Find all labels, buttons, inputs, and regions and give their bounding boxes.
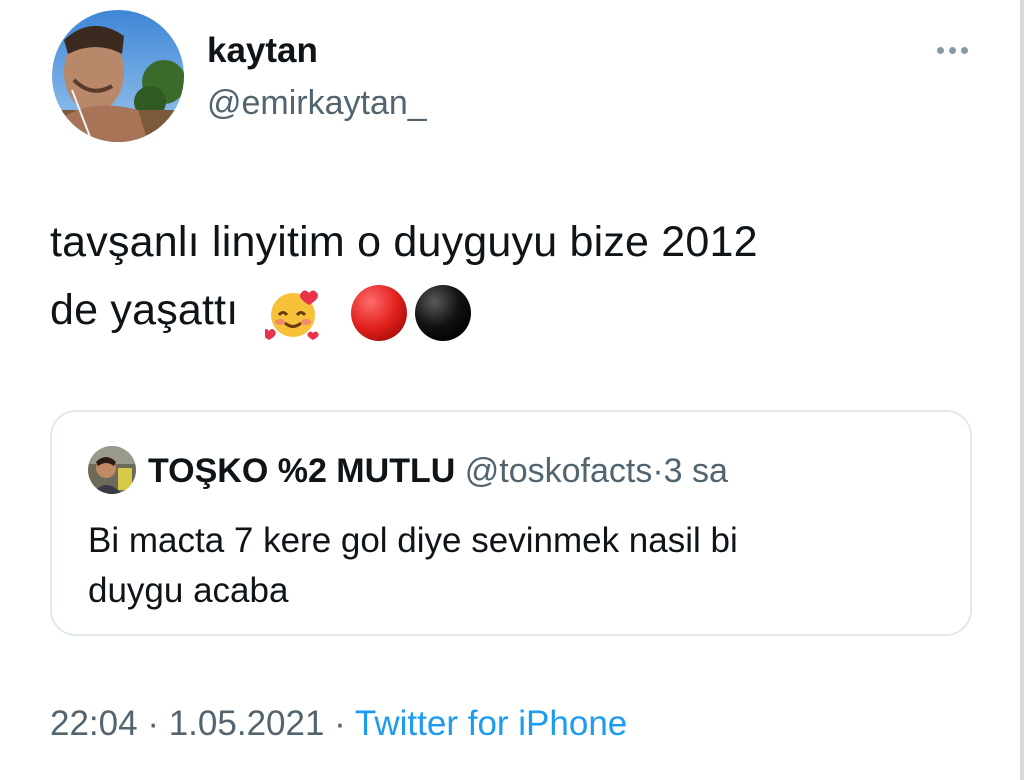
meta-separator: ·: [334, 704, 346, 743]
more-dot-icon: [960, 46, 968, 54]
emoji-group: [251, 283, 473, 343]
quoted-username[interactable]: @toskofacts: [465, 452, 653, 490]
tweet-detail: kaytan @emirkaytan_ tavşanlı linyitim o …: [0, 0, 1024, 780]
quoted-text-line-1: Bi macta 7 kere gol diye sevinmek nasil …: [88, 521, 738, 560]
quoted-author-avatar[interactable]: [88, 446, 136, 494]
quoted-separator: ·: [652, 452, 664, 490]
quoted-time[interactable]: 3 sa: [664, 452, 728, 490]
tweet-text-line-2-text: de yaşattı: [50, 286, 239, 334]
smiling-face-with-hearts-icon: [264, 285, 321, 341]
quoted-tweet-text: Bi macta 7 kere gol diye sevinmek nasil …: [88, 516, 908, 616]
screen-edge-divider: [1020, 0, 1024, 780]
more-dot-icon: [948, 46, 956, 54]
tweet-source-link[interactable]: Twitter for iPhone: [355, 704, 627, 743]
quoted-display-name[interactable]: TOŞKO %2 MUTLU: [148, 452, 455, 490]
tweet-text-line-2: de yaşattı: [50, 276, 980, 344]
author-username[interactable]: @emirkaytan_: [207, 82, 427, 124]
black-circle-icon: [413, 283, 473, 343]
tweet-text-line-1: tavşanlı linyitim o duyguyu bize 2012: [50, 218, 758, 266]
author-display-name[interactable]: kaytan: [207, 30, 318, 72]
tweet-text: tavşanlı linyitim o duyguyu bize 2012 de…: [50, 208, 980, 344]
tweet-time[interactable]: 22:04: [50, 704, 138, 743]
tweet-metadata: 22:04 · 1.05.2021 · Twitter for iPhone: [50, 702, 627, 746]
author-avatar[interactable]: [52, 10, 184, 142]
more-dot-icon: [936, 46, 944, 54]
quoted-text-line-2: duygu acaba: [88, 571, 289, 610]
meta-separator: ·: [147, 704, 159, 743]
quoted-tweet-header: TOŞKO %2 MUTLU @toskofacts·3 sa: [148, 450, 728, 492]
quoted-tweet-card[interactable]: TOŞKO %2 MUTLU @toskofacts·3 sa Bi macta…: [50, 410, 972, 636]
red-circle-icon: [349, 283, 409, 343]
more-options-button[interactable]: [928, 30, 976, 70]
tweet-date[interactable]: 1.05.2021: [169, 704, 325, 743]
